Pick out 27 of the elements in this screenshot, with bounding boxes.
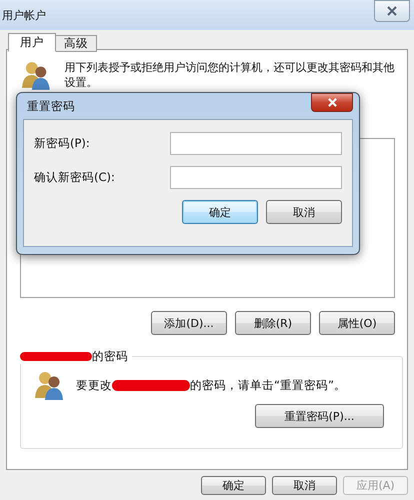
action-button[interactable]: 添加(D)...	[151, 311, 227, 335]
close-button[interactable]	[311, 92, 353, 112]
action-button[interactable]: 删除(R)	[235, 311, 311, 335]
users-icon	[21, 60, 51, 90]
dialog-button[interactable]: 确定	[182, 200, 258, 224]
dialog-button[interactable]: 取消	[266, 200, 342, 224]
password-field[interactable]	[170, 132, 342, 155]
password-field[interactable]	[170, 166, 342, 189]
close-icon	[387, 6, 397, 16]
dialog-title: 重置密码	[27, 98, 75, 114]
tab[interactable]: 用户	[8, 33, 56, 52]
redaction-mark	[20, 352, 92, 361]
field-label: 确认新密码(C):	[34, 170, 115, 185]
field-label: 新密码(P):	[34, 136, 90, 151]
group-title: 的密码	[92, 349, 128, 364]
description-text: 用下列表授予或拒绝用户访问您的计算机，还可以更改其密码和其他设置。	[64, 60, 396, 90]
dialog-button[interactable]: 取消	[272, 476, 337, 495]
close-button[interactable]	[374, 0, 410, 22]
action-button[interactable]: 属性(O)	[319, 311, 395, 335]
user-icon	[34, 370, 64, 400]
dialog-button[interactable]: 确定	[201, 476, 266, 495]
message-text: 的密码，请单击“重置密码”。	[190, 378, 346, 393]
message-text: 要更改	[76, 378, 112, 393]
tab[interactable]: 高级	[55, 35, 97, 52]
reset-password-button[interactable]: 重置密码(P)...	[255, 404, 384, 428]
close-icon	[328, 98, 336, 106]
window-title: 用户帐户	[2, 8, 46, 22]
